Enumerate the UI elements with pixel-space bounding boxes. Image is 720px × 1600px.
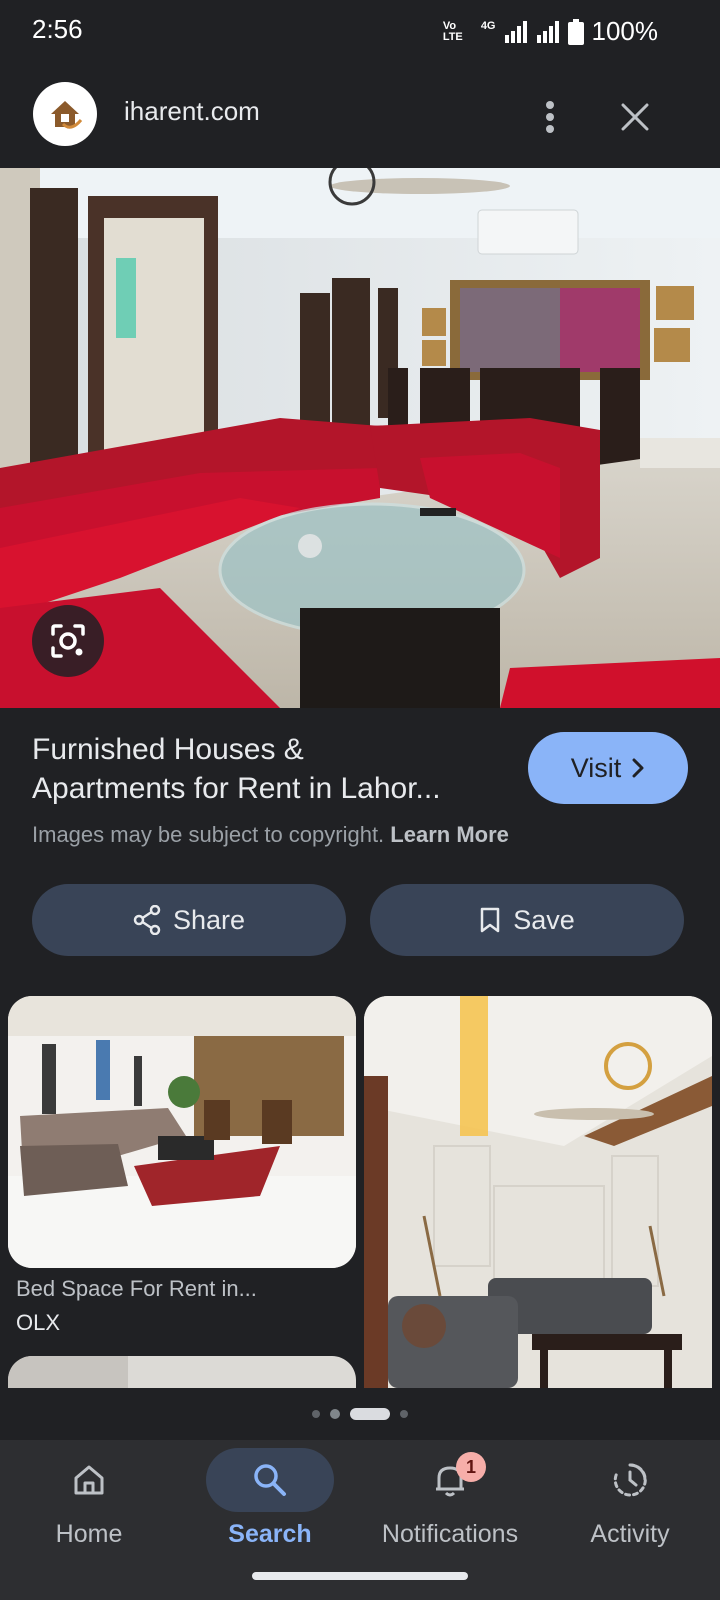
nav-label-search: Search [228, 1520, 312, 1548]
volte-icon: Vo LTE [442, 19, 463, 43]
nav-label-notifications: Notifications [381, 1520, 519, 1548]
signal-icon [504, 20, 527, 43]
result-title-line-2: Apartments for Rent in Lahor... [32, 772, 441, 805]
page-indicator [312, 1408, 408, 1420]
page-dot [330, 1409, 340, 1419]
page-dot [400, 1410, 408, 1418]
status-icons: Vo LTE 4G 100% [443, 16, 658, 47]
related-caption-1[interactable]: Bed Space For Rent in... [16, 1276, 346, 1302]
nav-icon-container [25, 1448, 153, 1512]
network-label: 4G [480, 19, 496, 32]
bookmark-icon [480, 907, 500, 933]
nav-item-activity[interactable]: Activity [545, 1448, 715, 1558]
search-icon [254, 1464, 286, 1496]
result-title-line-1: Furnished Houses & [32, 733, 304, 766]
nav-icon-container [206, 1448, 334, 1512]
copyright-notice: Images may be subject to copyright. Lear… [32, 822, 509, 848]
save-button[interactable]: Save [370, 884, 684, 956]
page-dot [312, 1410, 320, 1418]
nav-label-activity: Activity [590, 1520, 670, 1548]
copyright-text: Images may be subject to copyright. [32, 822, 385, 847]
chevron-right-icon [632, 758, 644, 778]
close-icon [621, 103, 649, 131]
status-time: 2:56 [32, 14, 83, 44]
living-room-photo-2 [8, 996, 356, 1268]
nav-item-home[interactable]: Home [4, 1448, 174, 1558]
battery-percent: 100% [591, 16, 659, 46]
home-indicator[interactable] [252, 1572, 468, 1580]
activity-icon [613, 1463, 647, 1497]
image-fragment [8, 1356, 128, 1388]
living-room-photo [0, 168, 720, 708]
site-domain[interactable]: iharent.com [124, 96, 260, 127]
visit-label: Visit [570, 752, 622, 783]
notification-badge: 1 [456, 1452, 486, 1482]
nav-label-home: Home [55, 1520, 123, 1548]
signal-icon-2 [536, 20, 559, 43]
result-title[interactable]: Furnished Houses & Apartments for Rent i… [32, 730, 502, 808]
related-source-1: OLX [16, 1310, 61, 1335]
close-button[interactable] [612, 94, 658, 140]
share-button[interactable]: Share [32, 884, 346, 956]
house-key-logo [51, 101, 83, 129]
share-icon [133, 905, 161, 935]
related-image-3[interactable] [8, 1356, 356, 1388]
page-dot-active [350, 1408, 390, 1420]
nav-item-notifications[interactable]: 1 Notifications [365, 1448, 535, 1558]
related-image-1[interactable] [8, 996, 356, 1268]
save-label: Save [513, 904, 575, 935]
nav-icon-container: 1 [386, 1448, 514, 1512]
nav-icon-container [566, 1448, 694, 1512]
google-lens-button[interactable] [32, 605, 104, 677]
nav-item-search[interactable]: Search [185, 1448, 355, 1558]
share-label: Share [172, 904, 246, 935]
main-result-image[interactable] [0, 168, 720, 708]
more-options-button[interactable] [530, 94, 570, 140]
visit-button[interactable]: Visit [528, 732, 688, 804]
lens-icon [51, 624, 85, 658]
home-icon [74, 1465, 104, 1495]
more-vert-icon [546, 101, 554, 133]
learn-more-link[interactable]: Learn More [390, 822, 509, 847]
site-logo[interactable] [33, 82, 97, 146]
living-room-photo-3 [364, 996, 712, 1388]
battery-icon [567, 18, 584, 45]
related-image-2[interactable] [364, 996, 712, 1388]
